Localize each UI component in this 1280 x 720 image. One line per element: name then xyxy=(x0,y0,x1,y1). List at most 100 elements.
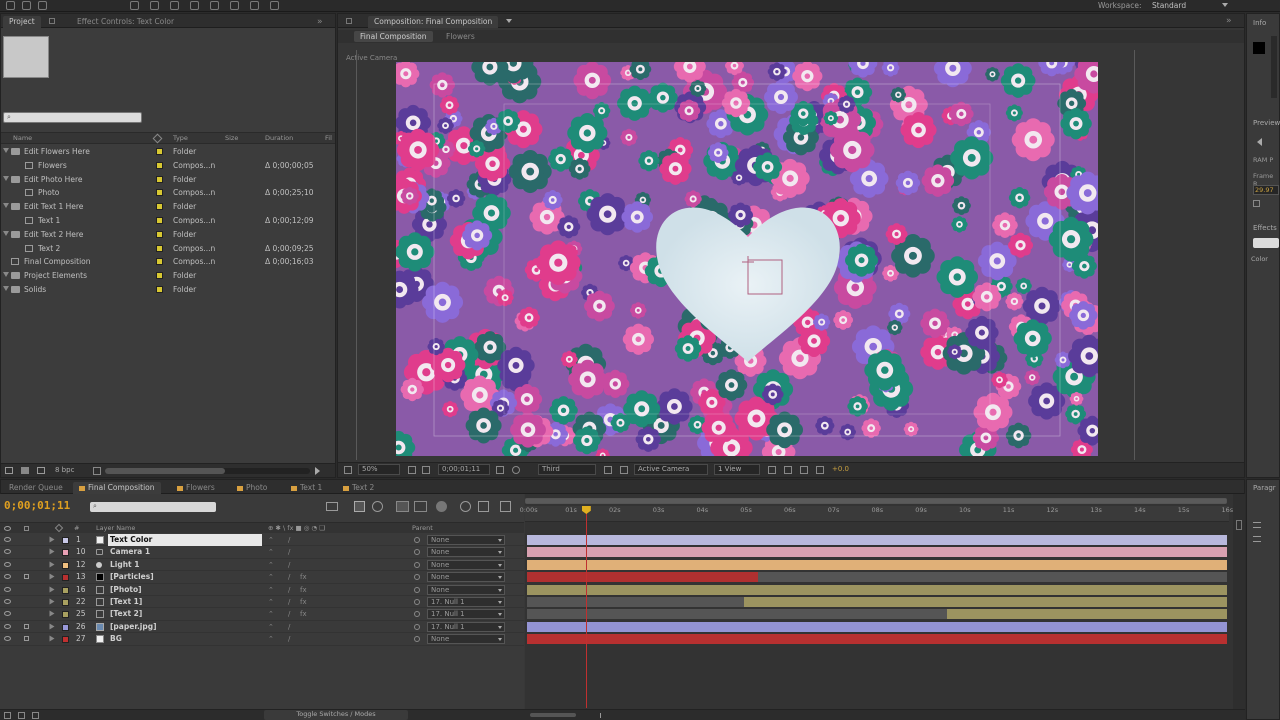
tab-final-composition[interactable]: Final Composition xyxy=(73,482,161,494)
twirl-down-icon[interactable] xyxy=(3,148,9,153)
comp-lock-icon[interactable] xyxy=(346,18,352,24)
layer-duration-bar[interactable] xyxy=(744,597,1227,607)
layer-search-input[interactable]: ⌕ xyxy=(90,502,216,512)
quality-switch-icon[interactable]: / xyxy=(288,635,290,643)
live-update-icon[interactable] xyxy=(354,501,365,512)
label-color-swatch[interactable] xyxy=(156,161,163,169)
pick-whip-icon[interactable] xyxy=(414,623,420,630)
label-color-swatch[interactable] xyxy=(156,189,163,197)
project-item[interactable]: Solids Folder xyxy=(1,283,335,296)
layer-label-swatch[interactable] xyxy=(62,574,69,582)
quality-switch-icon[interactable]: / xyxy=(288,610,290,618)
brainstorm-icon[interactable] xyxy=(460,501,471,512)
visibility-eye-icon[interactable] xyxy=(4,636,11,642)
layer-name[interactable]: [Text 2] xyxy=(108,608,262,620)
panel-menu-icon[interactable]: » xyxy=(317,17,323,27)
new-folder-icon[interactable] xyxy=(21,467,29,474)
tab-effect-controls[interactable]: Effect Controls: Text Color xyxy=(71,16,180,28)
pick-whip-icon[interactable] xyxy=(414,549,420,556)
column-size[interactable]: Size xyxy=(225,134,238,142)
shy-switch-icon[interactable]: ⌃ xyxy=(268,561,274,569)
parent-select[interactable]: None xyxy=(427,535,505,545)
layer-duration-bar[interactable] xyxy=(527,584,1227,595)
visibility-eye-icon[interactable] xyxy=(4,611,11,617)
tab-photo[interactable]: Photo xyxy=(231,482,273,494)
layer-duration-bar[interactable] xyxy=(527,547,1227,558)
label-color-swatch[interactable] xyxy=(156,175,163,183)
label-color-swatch[interactable] xyxy=(156,203,163,211)
fast-preview-icon[interactable] xyxy=(784,466,792,474)
parent-select[interactable]: 17. Null 1 xyxy=(427,597,505,607)
zoom-in-icon[interactable] xyxy=(600,713,605,718)
roto-tool-icon[interactable] xyxy=(250,1,259,10)
composition-viewer[interactable] xyxy=(396,62,1098,456)
fx-switch-icon[interactable]: fx xyxy=(300,586,307,594)
align-left-icon[interactable] xyxy=(1253,522,1261,528)
parent-select[interactable]: None xyxy=(427,572,505,583)
layer-duration-bar[interactable] xyxy=(527,535,1227,545)
parent-select[interactable]: None xyxy=(427,547,505,558)
lock-icon[interactable] xyxy=(24,623,29,629)
timeline-zoom-slider[interactable] xyxy=(530,713,576,717)
layer-name[interactable]: [paper.jpg] xyxy=(108,621,262,633)
layer-row[interactable]: 1 Text Color ⌃ / None xyxy=(0,534,524,547)
mask-visibility-icon[interactable] xyxy=(422,466,430,474)
first-frame-icon[interactable] xyxy=(1257,138,1262,146)
parent-select[interactable]: None xyxy=(427,584,505,595)
layer-label-swatch[interactable] xyxy=(62,561,69,569)
graph-editor-icon[interactable] xyxy=(500,501,511,512)
layer-label-swatch[interactable] xyxy=(62,611,69,619)
flowchart-icon[interactable] xyxy=(800,466,808,474)
visibility-eye-icon[interactable] xyxy=(4,599,11,604)
pick-whip-icon[interactable] xyxy=(414,574,420,581)
shy-switch-icon[interactable]: ⌃ xyxy=(268,623,274,631)
snapshot-icon[interactable] xyxy=(496,466,504,474)
motion-blur-icon[interactable] xyxy=(436,501,447,512)
frame-blending-icon[interactable] xyxy=(414,501,427,512)
color-channel-icon[interactable] xyxy=(512,466,520,474)
label-color-swatch[interactable] xyxy=(156,286,163,293)
quality-switch-icon[interactable]: / xyxy=(288,623,290,631)
quality-switch-icon[interactable]: / xyxy=(288,598,290,606)
info-scrollbar[interactable] xyxy=(1271,36,1277,98)
shy-switch-icon[interactable]: ⌃ xyxy=(268,610,274,618)
project-item[interactable]: Photo Compos...n Δ 0;00;25;10 xyxy=(1,186,335,199)
clone-tool-icon[interactable] xyxy=(210,1,219,10)
fx-switch-icon[interactable]: fx xyxy=(300,598,307,606)
project-item[interactable]: Flowers Compos...n Δ 0;00;00;05 xyxy=(1,159,335,172)
playhead[interactable] xyxy=(581,506,591,708)
column-file-path[interactable]: Fil xyxy=(325,134,332,142)
parent-select[interactable]: None xyxy=(427,634,505,645)
interpret-footage-icon[interactable] xyxy=(5,467,13,474)
workspace-select[interactable]: Standard xyxy=(1152,1,1186,10)
project-scrollbar[interactable] xyxy=(105,468,310,474)
work-area-span[interactable] xyxy=(526,499,1226,503)
project-item[interactable]: Edit Flowers Here Folder xyxy=(1,145,335,158)
layer-name[interactable]: Camera 1 xyxy=(108,546,262,558)
exposure-value[interactable]: +0.0 xyxy=(832,465,849,473)
project-item[interactable]: Edit Text 2 Here Folder xyxy=(1,228,335,241)
twirl-right-icon[interactable] xyxy=(49,561,55,568)
parent-select[interactable]: None xyxy=(427,559,505,570)
layer-row[interactable]: 25 [Text 2] ⌃ / fx 17. Null 1 xyxy=(0,608,524,621)
comp-panel-menu-icon[interactable]: » xyxy=(1226,16,1232,26)
fx-switch-icon[interactable]: fx xyxy=(300,610,307,618)
workspace-dropdown-icon[interactable] xyxy=(1222,3,1228,7)
twirl-right-icon[interactable] xyxy=(49,623,55,630)
comp-button-icon[interactable] xyxy=(1236,520,1242,530)
tab-render-queue[interactable]: Render Queue xyxy=(3,482,69,494)
bit-depth-button[interactable]: 8 bpc xyxy=(55,466,74,474)
twirl-right-icon[interactable] xyxy=(49,610,55,617)
layer-name[interactable]: [Photo] xyxy=(108,584,262,596)
project-item[interactable]: Edit Photo Here Folder xyxy=(1,173,335,186)
project-item[interactable]: Text 1 Compos...n Δ 0;00;12;09 xyxy=(1,214,335,227)
visibility-eye-icon[interactable] xyxy=(4,586,11,592)
toggle-switches-modes-button[interactable]: Toggle Switches / Modes xyxy=(264,710,408,720)
current-time-display[interactable]: 0;00;01;11 xyxy=(4,499,70,512)
shy-switch-icon[interactable]: ⌃ xyxy=(268,586,274,594)
3d-view-select[interactable]: Active Camera xyxy=(634,464,708,475)
layer-duration-bar[interactable] xyxy=(947,609,1227,620)
tab-composition[interactable]: Composition: Final Composition xyxy=(368,16,499,28)
quality-switch-icon[interactable]: / xyxy=(288,548,290,556)
composition-dropdown-icon[interactable] xyxy=(506,19,512,23)
